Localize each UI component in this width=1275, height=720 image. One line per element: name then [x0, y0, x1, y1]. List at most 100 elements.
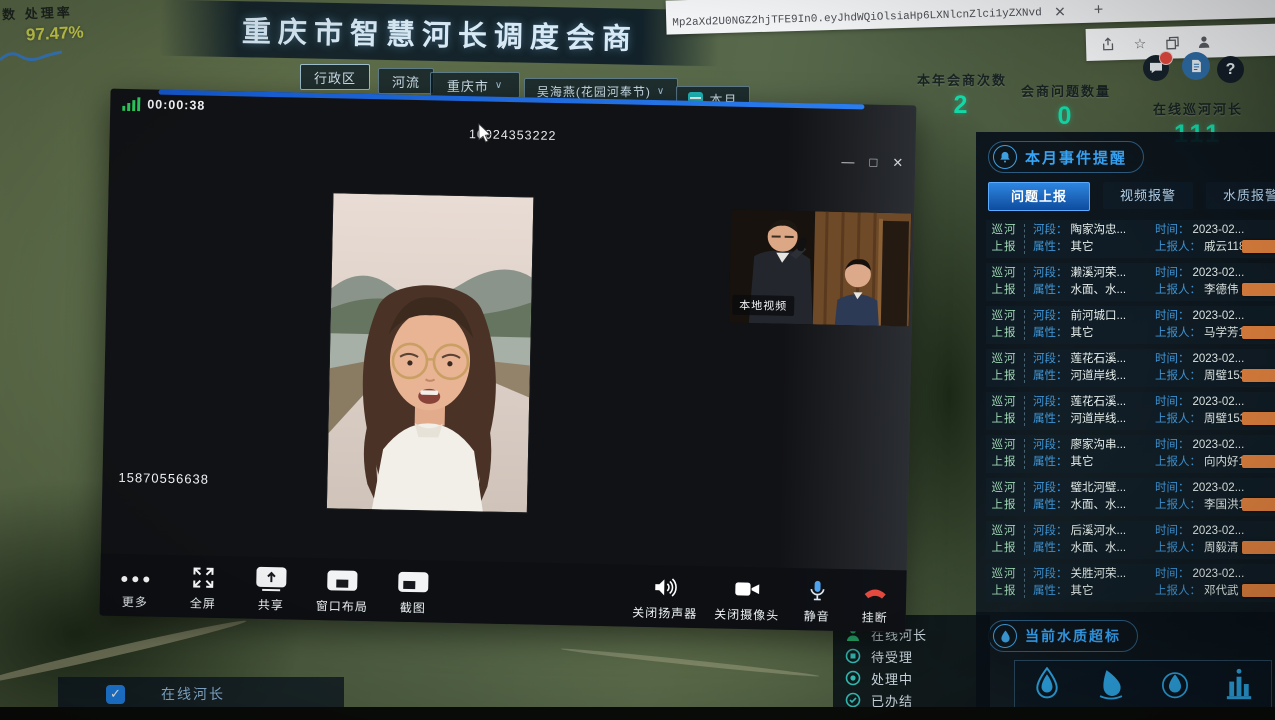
water-quality-panel: 当前水质超标	[976, 612, 1275, 708]
monitoring-station-icon[interactable]	[1224, 667, 1254, 701]
bookmark-star-icon[interactable]: ☆	[1132, 35, 1148, 51]
row-action-button[interactable]	[1242, 369, 1275, 382]
event-tag: 巡河上报	[988, 437, 1020, 470]
attribute: 其它	[1071, 241, 1094, 253]
event-panel-header: 本月事件提醒	[988, 141, 1144, 173]
row-action-button[interactable]	[1242, 412, 1275, 425]
speaker-off-button[interactable]: 关闭扬声器	[630, 574, 701, 622]
tab-video-alarm[interactable]: 视频报警	[1103, 182, 1193, 209]
partial-stat-prefix: 数	[2, 7, 19, 23]
signal-bars-icon	[122, 97, 140, 111]
minimize-button[interactable]: —	[841, 154, 854, 170]
legend-pending[interactable]: 待受理	[845, 645, 990, 667]
share-icon	[256, 566, 287, 593]
maximize-button[interactable]: □	[869, 155, 877, 171]
tab-close-button[interactable]: ✕	[1054, 3, 1066, 20]
layer-toggle-bar: ✓ 在线河长	[58, 677, 344, 711]
new-tab-button[interactable]: +	[1094, 1, 1104, 19]
event-row[interactable]: 巡河上报 河段：关胜河荣... 属性：其它 时间：2023-02... 上报人：…	[986, 564, 1275, 602]
event-tabs: 问题上报 视频报警 水质报警	[988, 182, 1275, 211]
pending-marker-icon	[845, 648, 861, 664]
event-row[interactable]: 巡河上报 河段：廖家沟串... 属性：其它 时间：2023-02... 上报人：…	[986, 435, 1275, 473]
water-droplet-icon[interactable]	[1160, 667, 1190, 701]
share-button[interactable]: 共享	[248, 566, 295, 614]
report-button[interactable]	[1182, 52, 1210, 80]
attribute: 河道岸线...	[1071, 370, 1127, 382]
more-button[interactable]: 更多	[112, 563, 159, 611]
event-row[interactable]: 巡河上报 河段：前河城口... 属性：其它 时间：2023-02... 上报人：…	[986, 306, 1275, 344]
event-row[interactable]: 巡河上报 河段：濑溪河荣... 属性：水面、水... 时间：2023-02...…	[986, 263, 1275, 301]
river-segment: 莲花石溪...	[1071, 396, 1127, 408]
row-action-button[interactable]	[1242, 283, 1275, 296]
row-action-button[interactable]	[1242, 455, 1275, 468]
time: 2023-02...	[1193, 224, 1245, 236]
row-divider	[1024, 439, 1026, 469]
event-row[interactable]: 巡河上报 河段：后溪河水... 属性：水面、水... 时间：2023-02...…	[986, 521, 1275, 559]
fullscreen-icon	[191, 564, 216, 590]
screenshot-button[interactable]: 截图	[390, 569, 437, 617]
attribute: 其它	[1071, 585, 1094, 597]
message-button[interactable]	[1143, 55, 1169, 81]
remote-video-feed	[327, 193, 534, 512]
event-row[interactable]: 巡河上报 河段：莲花石溪... 属性：河道岸线... 时间：2023-02...…	[986, 349, 1275, 387]
filter-river[interactable]: 河流	[378, 68, 434, 94]
browser-window-icon[interactable]	[1164, 34, 1180, 50]
mute-button[interactable]: 静音	[794, 577, 841, 625]
row-action-button[interactable]	[1242, 326, 1275, 339]
window-layout-button[interactable]: 窗口布局	[316, 567, 369, 615]
fullscreen-button[interactable]: 全屏	[180, 564, 227, 612]
profile-icon[interactable]	[1196, 33, 1212, 49]
mini-chart-wave-icon	[0, 42, 70, 68]
browser-toolbar: ☆	[1086, 23, 1275, 61]
water-quality-stations	[1014, 660, 1272, 708]
river-segment: 廖家沟串...	[1071, 439, 1127, 451]
water-droplet-icon[interactable]	[1096, 667, 1126, 701]
completed-marker-icon	[845, 692, 861, 708]
filter-admin-region[interactable]: 行政区	[300, 64, 370, 90]
help-button[interactable]: ?	[1217, 56, 1244, 83]
attribute: 其它	[1071, 456, 1094, 468]
river-segment: 陶家沟忠...	[1071, 224, 1127, 236]
water-droplet-icon[interactable]	[1032, 667, 1062, 701]
hangup-icon	[862, 578, 889, 605]
camera-off-button[interactable]: 关闭摄像头	[712, 575, 783, 623]
window-controls: — □ ✕	[841, 154, 903, 171]
legend-processing[interactable]: 处理中	[845, 667, 990, 689]
row-action-button[interactable]	[1242, 240, 1275, 253]
attribute: 水面、水...	[1071, 284, 1127, 296]
pip-label: 本地视频	[732, 295, 794, 316]
event-row[interactable]: 巡河上报 河段：莲花石溪... 属性：河道岸线... 时间：2023-02...…	[986, 392, 1275, 430]
event-bell-icon	[993, 145, 1017, 169]
row-divider	[1024, 396, 1026, 426]
question-mark-icon: ?	[1226, 61, 1236, 79]
river-segment: 濑溪河荣...	[1071, 267, 1127, 279]
mouse-cursor-icon	[478, 123, 492, 142]
row-action-button[interactable]	[1242, 541, 1275, 554]
river-segment: 关胜河荣...	[1071, 568, 1127, 580]
row-action-button[interactable]	[1242, 498, 1275, 511]
share-page-icon[interactable]	[1100, 36, 1116, 52]
close-button[interactable]: ✕	[892, 155, 903, 171]
time: 2023-02...	[1193, 396, 1245, 408]
tab-water-alarm[interactable]: 水质报警	[1206, 182, 1275, 209]
time: 2023-02...	[1193, 525, 1245, 537]
event-row[interactable]: 巡河上报 河段：璧北河璧... 属性：水面、水... 时间：2023-02...…	[986, 478, 1275, 516]
window-layout-icon	[327, 567, 358, 594]
online-chief-checkbox[interactable]: ✓	[106, 685, 125, 704]
event-tag: 巡河上报	[988, 308, 1020, 341]
video-call-window: 00:00:38 10024353222 — □ ✕	[100, 89, 917, 633]
water-quality-title: 当前水质超标	[1025, 626, 1121, 646]
filter-city-select[interactable]: 重庆市∨	[430, 72, 520, 98]
tab-problem-report[interactable]: 问题上报	[988, 182, 1090, 211]
row-action-button[interactable]	[1242, 584, 1275, 597]
time: 2023-02...	[1193, 568, 1245, 580]
event-row[interactable]: 巡河上报 河段：陶家沟忠... 属性：其它 时间：2023-02... 上报人：…	[986, 220, 1275, 258]
banner: 重庆市智慧河长调度会商	[160, 0, 721, 66]
page-title: 重庆市智慧河长调度会商	[242, 8, 639, 58]
screen: 数 处理率 97.47% 重庆市智慧河长调度会商 Mp2aXd2U0NGZ2hj…	[0, 0, 1275, 720]
speaker-icon	[652, 574, 679, 601]
attribute: 水面、水...	[1071, 499, 1127, 511]
hangup-button[interactable]: 挂断	[852, 578, 899, 626]
stat-issues: 会商问题数量 0	[1018, 81, 1114, 131]
partial-stat-label: 处理率	[24, 5, 73, 22]
